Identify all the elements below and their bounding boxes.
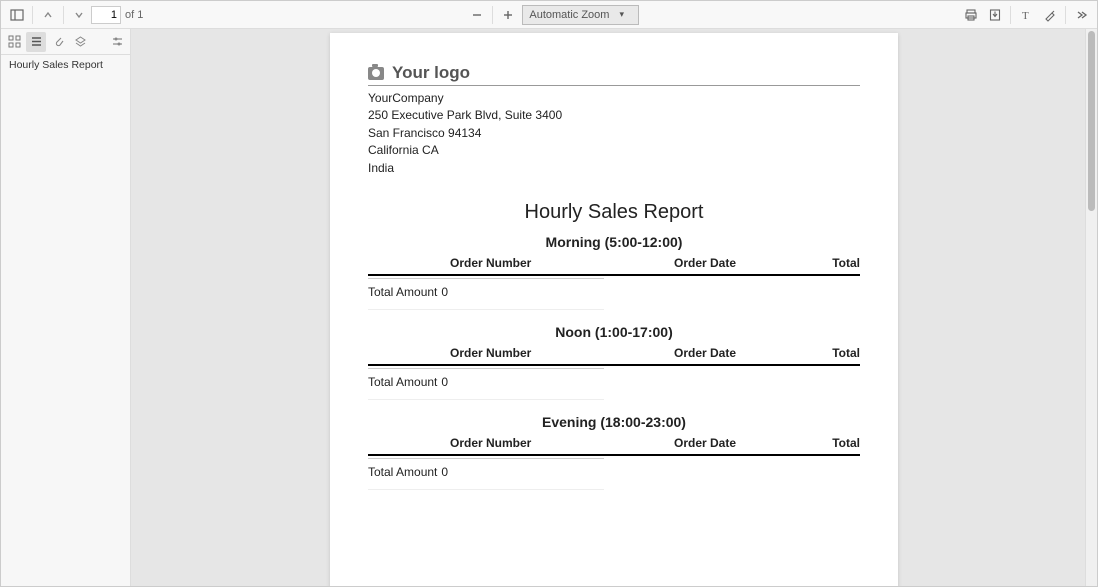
company-street: 250 Executive Park Blvd, Suite 3400 [368, 107, 860, 124]
scrollbar-thumb[interactable] [1088, 31, 1095, 211]
chevron-down-icon: ▾ [619, 9, 624, 20]
column-headers: Order Number Order Date Total [368, 254, 860, 272]
company-state: California CA [368, 142, 860, 159]
total-amount-label: Total Amount [368, 465, 437, 479]
section-divider [368, 364, 860, 366]
sidebar-settings-button[interactable] [107, 32, 127, 52]
company-address-block: YourCompany 250 Executive Park Blvd, Sui… [368, 90, 860, 177]
toolbar-separator [63, 6, 64, 24]
pdf-viewer-app: of 1 Automatic Zoom ▾ T [0, 0, 1098, 587]
document-viewer: Your logo YourCompany 250 Executive Park… [131, 29, 1097, 586]
total-row: Total Amount 0 [368, 278, 604, 309]
page-count-label: of 1 [125, 9, 143, 21]
section-title-morning: Morning (5:00-12:00) [368, 234, 860, 250]
zoom-in-button[interactable] [497, 4, 519, 26]
company-name: YourCompany [368, 90, 860, 107]
top-toolbar: of 1 Automatic Zoom ▾ T [1, 1, 1097, 29]
report-title: Hourly Sales Report [368, 201, 860, 224]
toolbar-separator [32, 6, 33, 24]
outline-item[interactable]: Hourly Sales Report [1, 55, 130, 75]
more-tools-button[interactable] [1070, 4, 1092, 26]
col-total: Total [790, 346, 860, 360]
toolbar-separator [1010, 6, 1011, 24]
next-page-button[interactable] [68, 4, 90, 26]
page-1: Your logo YourCompany 250 Executive Park… [330, 33, 898, 586]
page-number-input[interactable] [91, 6, 121, 24]
col-order-date: Order Date [620, 436, 790, 450]
section-divider [368, 454, 860, 456]
print-button[interactable] [960, 4, 982, 26]
section-title-noon: Noon (1:00-17:00) [368, 324, 860, 340]
camera-icon [368, 67, 384, 80]
company-country: India [368, 160, 860, 177]
toolbar-separator [492, 6, 493, 24]
vertical-scrollbar[interactable] [1085, 29, 1097, 586]
column-headers: Order Number Order Date Total [368, 344, 860, 362]
company-city: San Francisco 94134 [368, 125, 860, 142]
header-divider [368, 85, 860, 86]
text-annotation-button[interactable]: T [1015, 4, 1037, 26]
zoom-out-button[interactable] [466, 4, 488, 26]
col-order-number: Order Number [450, 436, 620, 450]
total-row: Total Amount 0 [368, 458, 604, 489]
company-logo-placeholder: Your logo [368, 63, 860, 83]
zoom-level-label: Automatic Zoom [529, 9, 609, 21]
zoom-level-select[interactable]: Automatic Zoom ▾ [522, 5, 639, 25]
logo-text: Your logo [392, 63, 470, 83]
total-amount-label: Total Amount [368, 375, 437, 389]
toolbar-separator [1065, 6, 1066, 24]
total-amount-label: Total Amount [368, 285, 437, 299]
col-order-date: Order Date [620, 346, 790, 360]
col-order-date: Order Date [620, 256, 790, 270]
draw-annotation-button[interactable] [1039, 4, 1061, 26]
toggle-sidebar-button[interactable] [6, 4, 28, 26]
column-headers: Order Number Order Date Total [368, 434, 860, 452]
total-amount-value: 0 [441, 375, 448, 389]
total-amount-value: 0 [441, 285, 448, 299]
thumbnails-view-button[interactable] [4, 32, 24, 52]
sidebar: Hourly Sales Report [1, 29, 131, 586]
download-button[interactable] [984, 4, 1006, 26]
layers-view-button[interactable] [70, 32, 90, 52]
prev-page-button[interactable] [37, 4, 59, 26]
section-title-evening: Evening (18:00-23:00) [368, 414, 860, 430]
col-total: Total [790, 436, 860, 450]
col-order-number: Order Number [450, 256, 620, 270]
total-amount-value: 0 [441, 465, 448, 479]
col-total: Total [790, 256, 860, 270]
attachments-view-button[interactable] [48, 32, 68, 52]
total-row: Total Amount 0 [368, 368, 604, 399]
section-divider [368, 274, 860, 276]
svg-text:T: T [1022, 10, 1029, 22]
col-order-number: Order Number [450, 346, 620, 360]
sidebar-toolbar [1, 29, 130, 55]
outline-view-button[interactable] [26, 32, 46, 52]
